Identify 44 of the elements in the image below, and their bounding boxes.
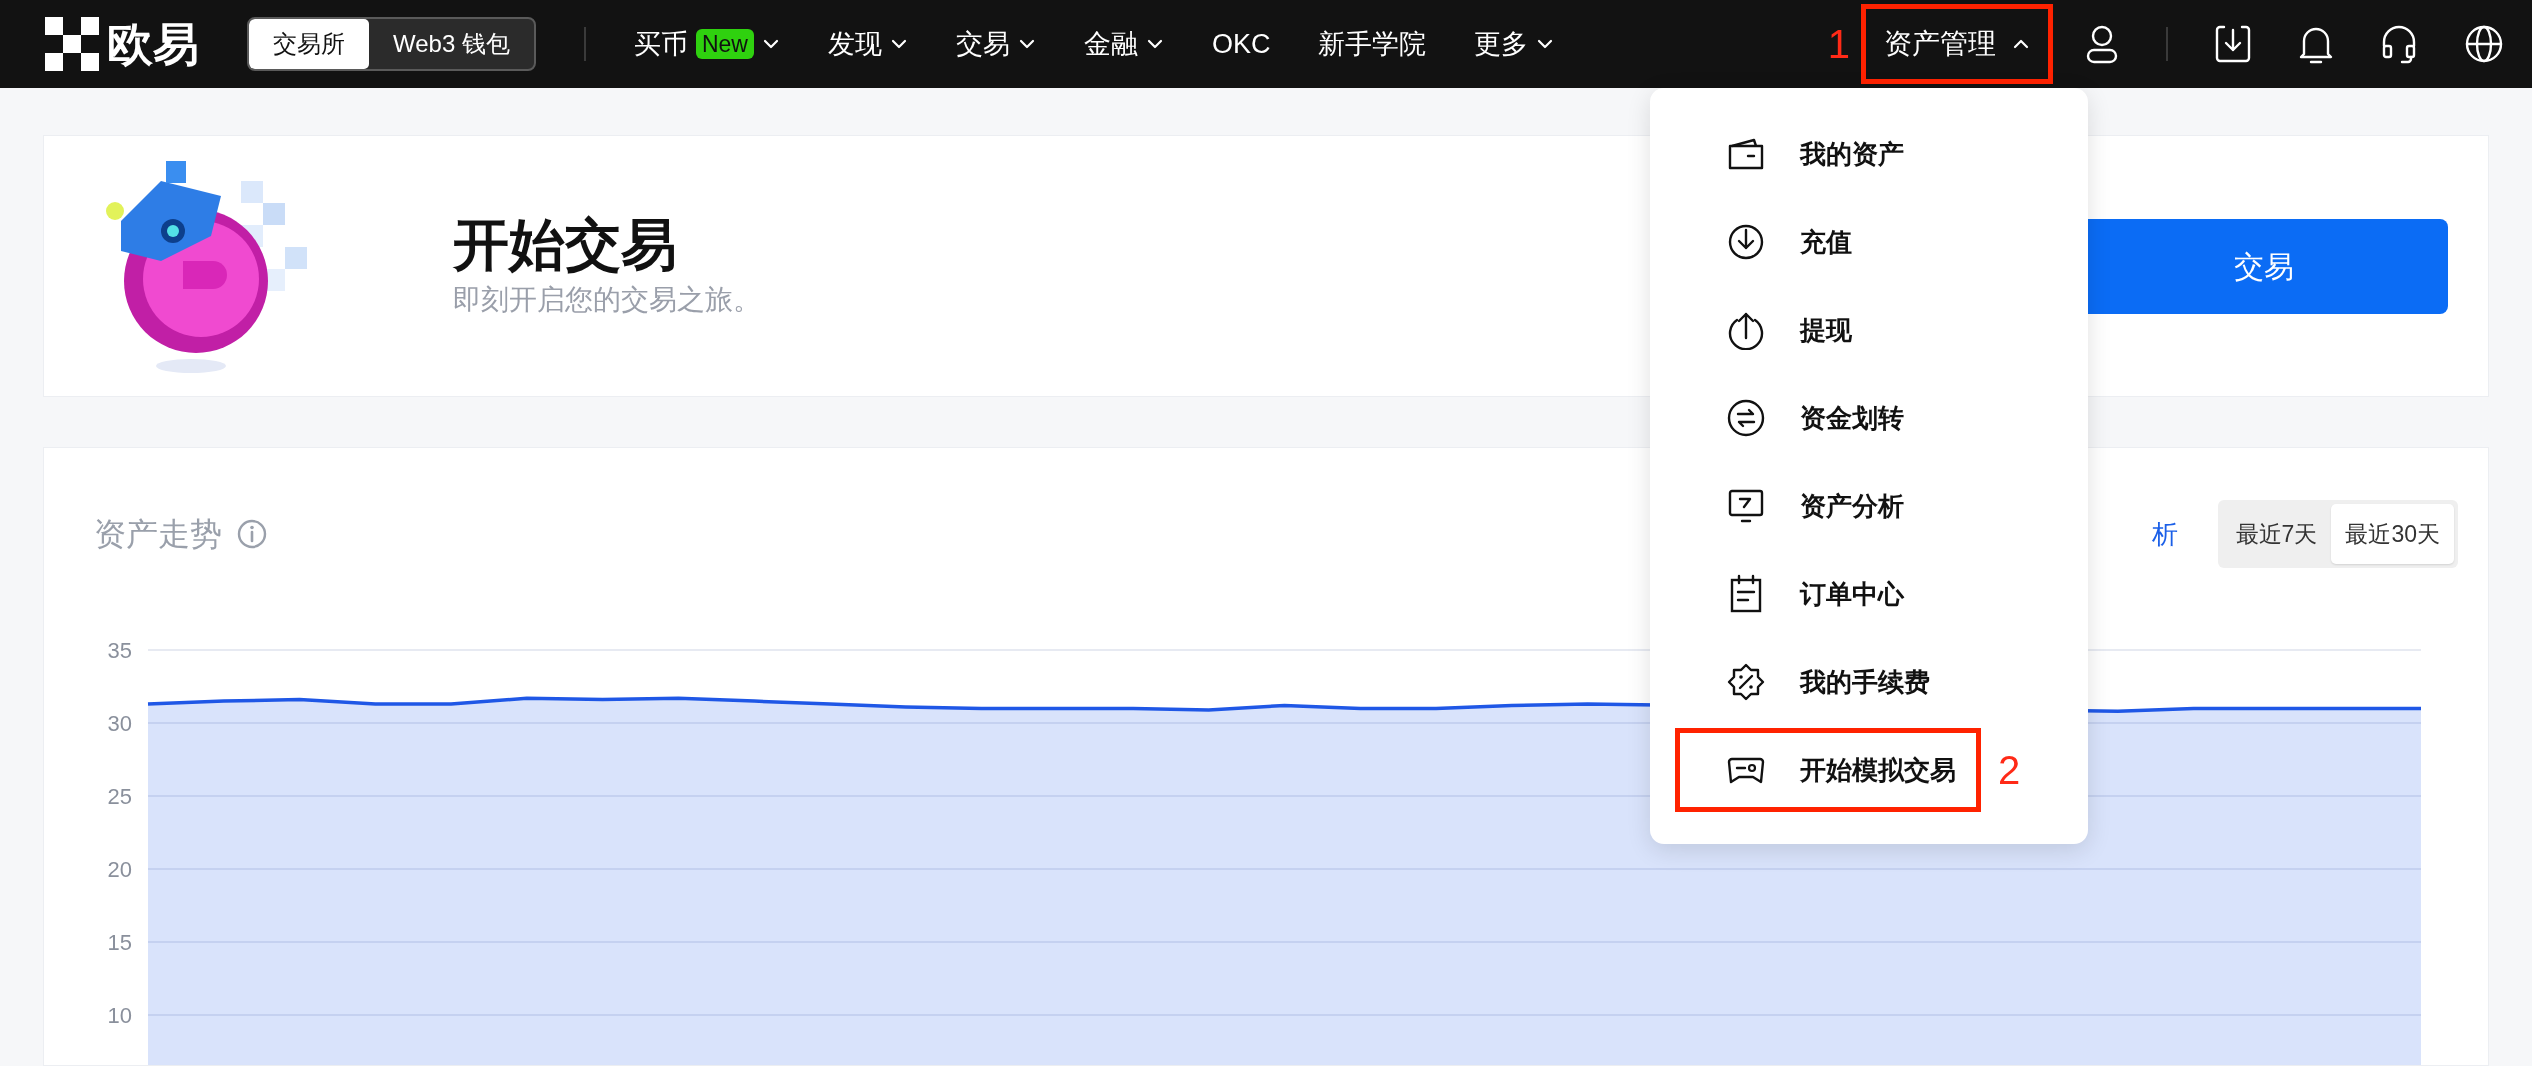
annotation-number: 2 <box>1998 750 2021 790</box>
new-badge: New <box>695 29 754 59</box>
menu-item[interactable]: 我的资产 <box>1694 117 1924 191</box>
axis-label: 10 <box>107 1003 132 1028</box>
banner-subtitle: 即刻开启您的交易之旅。 <box>453 282 761 317</box>
switch-tab[interactable]: Web3 钱包 <box>369 19 534 69</box>
axis-label: 25 <box>107 784 132 809</box>
range-tab[interactable]: 最近30天 <box>2331 504 2454 564</box>
globe-icon[interactable] <box>2464 24 2504 64</box>
transfer-icon <box>1726 398 1766 438</box>
chart-title: 资产走势 <box>94 515 222 554</box>
upload-circle-icon <box>1726 310 1766 350</box>
menu-item[interactable]: 充值 <box>1694 205 1872 279</box>
nav-link[interactable]: 交易 <box>955 23 1036 65</box>
range-tab[interactable]: 最近7天 <box>2221 504 2332 564</box>
axis-label: 30 <box>107 711 132 736</box>
axis-label: 20 <box>107 857 132 882</box>
nav-link[interactable]: 金融 <box>1083 23 1164 65</box>
annotation-number: 1 <box>1827 24 1850 64</box>
headset-icon[interactable] <box>2380 24 2418 64</box>
nav-link[interactable]: 发现 <box>827 23 908 65</box>
menu-item[interactable]: 资金划转 <box>1694 381 1924 455</box>
menu-item[interactable]: 开始模拟交易 <box>1680 733 1976 807</box>
nav-link[interactable]: 新手学院 <box>1318 23 1427 65</box>
nav-link[interactable]: 更多 <box>1474 23 1555 65</box>
nav-link[interactable]: 买币 New <box>633 23 780 65</box>
download-icon[interactable] <box>2214 24 2252 64</box>
logo-icon <box>45 17 99 71</box>
menu-item[interactable]: 订单中心 <box>1694 557 1924 631</box>
menu-item[interactable]: 提现 <box>1694 293 1872 367</box>
axis-label: 15 <box>107 930 132 955</box>
menu-item[interactable]: 我的手续费 <box>1694 645 1950 719</box>
percent-badge-icon <box>1726 662 1766 702</box>
analysis-link[interactable]: 析 <box>2151 514 2178 554</box>
switch-tab[interactable]: 交易所 <box>249 19 369 69</box>
asset-menu-button[interactable]: 资产管理 <box>1866 9 2048 79</box>
user-icon[interactable] <box>2084 24 2120 64</box>
info-icon[interactable] <box>236 518 268 550</box>
axis-label: 35 <box>107 638 132 663</box>
nav-link[interactable]: OKC <box>1211 23 1271 65</box>
menu-item[interactable]: 资产分析 <box>1694 469 1924 543</box>
download-circle-icon <box>1726 222 1766 262</box>
logo-text: 欧易 <box>107 21 199 67</box>
banner-title: 开始交易 <box>453 212 678 279</box>
